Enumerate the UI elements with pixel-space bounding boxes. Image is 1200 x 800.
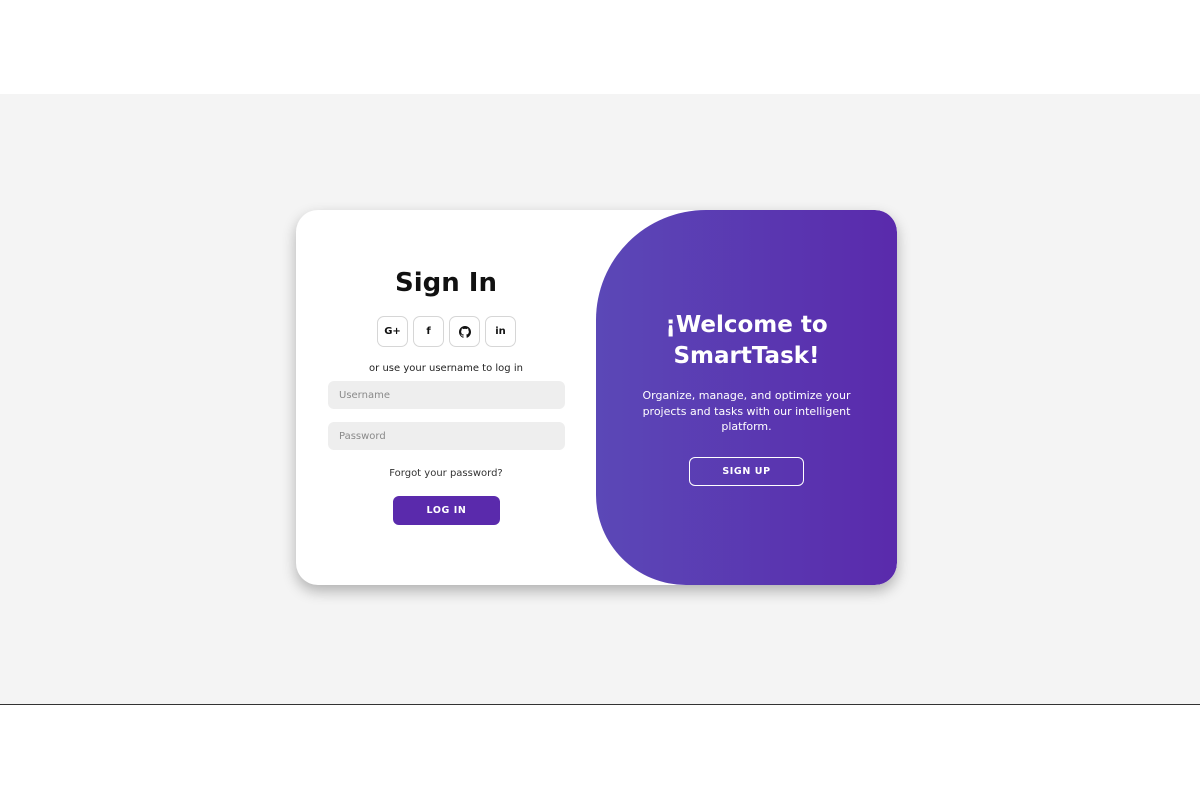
google-plus-button[interactable]: G+ — [377, 316, 408, 347]
linkedin-icon: in — [495, 326, 506, 337]
social-login-group: G+ f in — [377, 316, 516, 347]
linkedin-button[interactable]: in — [485, 316, 516, 347]
log-in-button[interactable]: LOG IN — [393, 496, 500, 525]
auth-card: Sign In G+ f in or use your username to … — [296, 210, 897, 585]
password-input[interactable] — [328, 422, 565, 450]
login-hint: or use your username to log in — [369, 363, 523, 374]
forgot-password-link[interactable]: Forgot your password? — [296, 468, 596, 479]
google-plus-icon: G+ — [384, 326, 401, 337]
welcome-panel: ¡Welcome to SmartTask! Organize, manage,… — [596, 210, 897, 585]
sign-in-form: Sign In G+ f in or use your username to … — [296, 210, 596, 585]
welcome-description: Organize, manage, and optimize your proj… — [642, 389, 851, 433]
facebook-button[interactable]: f — [413, 316, 444, 347]
github-icon — [458, 325, 471, 338]
facebook-icon: f — [426, 326, 431, 337]
github-button[interactable] — [449, 316, 480, 347]
sign-in-title: Sign In — [395, 268, 497, 298]
welcome-title: ¡Welcome to SmartTask! — [665, 312, 828, 369]
username-input[interactable] — [328, 381, 565, 409]
sign-up-button[interactable]: SIGN UP — [689, 457, 804, 486]
top-margin — [0, 0, 1200, 94]
bottom-margin — [0, 706, 1200, 800]
